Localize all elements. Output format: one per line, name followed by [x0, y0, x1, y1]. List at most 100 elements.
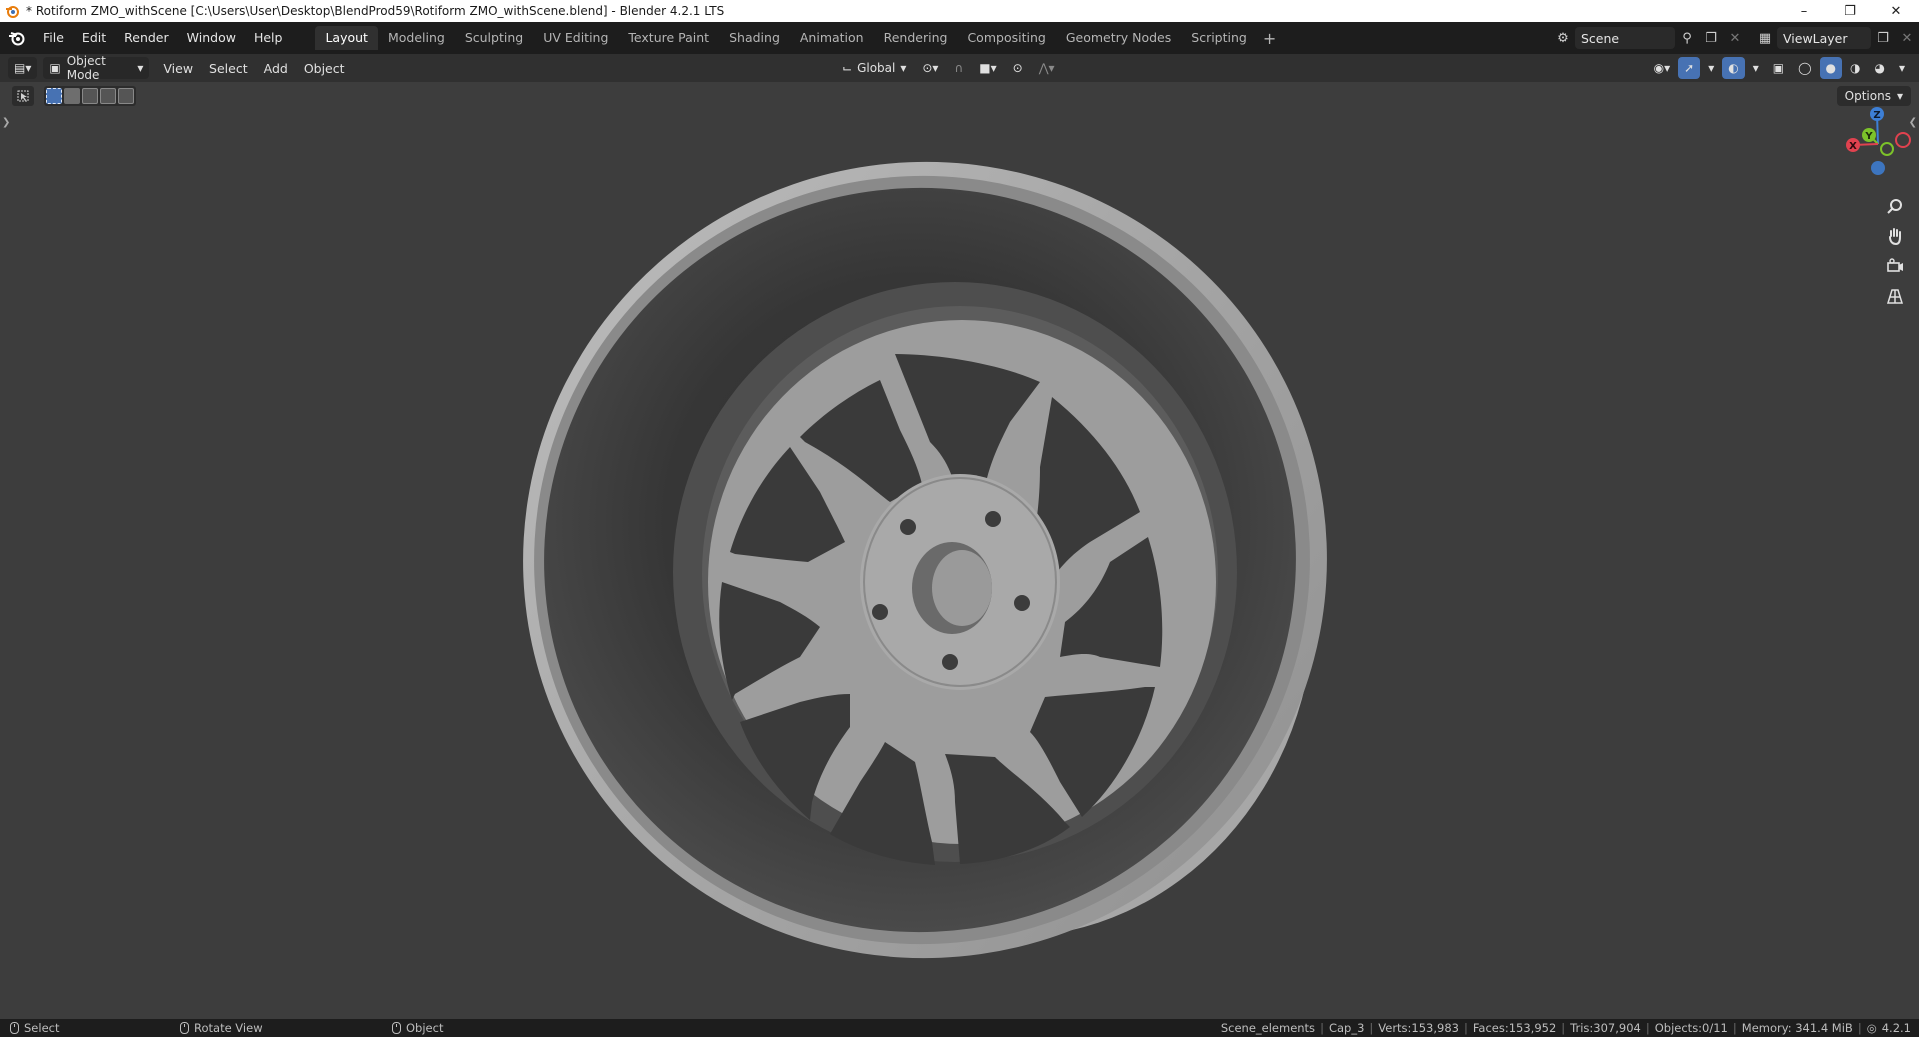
add-workspace-icon[interactable]: + — [1257, 29, 1282, 48]
wheel-model[interactable] — [0, 82, 1919, 1019]
gizmo-neg-x-axis[interactable] — [1895, 132, 1911, 148]
tab-modeling[interactable]: Modeling — [378, 26, 455, 50]
editor-type-button[interactable]: ▤▾ — [8, 57, 38, 79]
mode-dropdown[interactable]: ▣ Object Mode ▾ — [43, 54, 150, 82]
pivot-point-button[interactable]: ⊙▾ — [916, 57, 944, 79]
status-hint-label: Select — [24, 1021, 60, 1035]
menu-window[interactable]: Window — [178, 26, 245, 50]
perspective-grid-icon[interactable] — [1883, 284, 1907, 308]
orientation-label: Global — [857, 61, 896, 75]
snap-target-button[interactable]: ■▾ — [973, 57, 1002, 79]
shading-dropdown[interactable]: ▾ — [1893, 57, 1911, 79]
menu-render[interactable]: Render — [115, 26, 178, 50]
status-hint-rotate: Rotate View — [180, 1021, 392, 1035]
gizmo-neg-z-axis[interactable] — [1871, 161, 1885, 175]
tab-layout[interactable]: Layout — [315, 26, 378, 50]
mouse-middle-icon — [180, 1022, 189, 1034]
view-menu[interactable]: View — [155, 61, 201, 76]
gizmo-neg-y-axis[interactable] — [1880, 142, 1894, 156]
orientation-icon: ⌙ — [842, 61, 853, 75]
shading-solid[interactable]: ● — [1819, 57, 1842, 79]
scene-type-icon[interactable]: ⚙ — [1551, 27, 1575, 49]
tab-texture-paint[interactable]: Texture Paint — [618, 26, 719, 50]
select-menu[interactable]: Select — [201, 61, 256, 76]
solid-icon: ● — [1825, 61, 1836, 75]
minimize-icon[interactable]: – — [1781, 0, 1827, 22]
tab-scripting[interactable]: Scripting — [1181, 26, 1257, 50]
orientation-dropdown[interactable]: ⌙ Global ▾ — [836, 57, 912, 79]
restore-icon[interactable]: ❐ — [1827, 0, 1873, 22]
tab-rendering[interactable]: Rendering — [874, 26, 958, 50]
falloff-button[interactable]: ⋀▾ — [1033, 57, 1061, 79]
menu-file[interactable]: File — [34, 26, 73, 50]
overlays-icon: ◐ — [1728, 61, 1739, 75]
pin-icon[interactable]: ⚲ — [1675, 27, 1699, 49]
mouse-left-icon — [10, 1022, 19, 1034]
stat-objects: Objects:0/11 — [1654, 1021, 1728, 1035]
scene-name-field[interactable]: Scene — [1575, 27, 1675, 49]
overlays-toggle[interactable]: ◐ — [1722, 57, 1745, 79]
navigation-gizmo[interactable]: Z Y X — [1829, 102, 1919, 182]
add-menu[interactable]: Add — [256, 61, 296, 76]
pivot-icon: ⊙▾ — [922, 61, 939, 75]
new-view-layer-icon[interactable]: ❐ — [1871, 27, 1895, 49]
object-mode-icon: ▣ — [49, 61, 61, 75]
blender-version: 4.2.1 — [1881, 1021, 1911, 1035]
tab-uv-editing[interactable]: UV Editing — [533, 26, 618, 50]
delete-scene-icon[interactable]: ✕ — [1723, 27, 1747, 49]
viewport-header: ▤▾ ▣ Object Mode ▾ View Select Add Objec… — [0, 54, 1919, 82]
3d-viewport[interactable]: ❯ ❮ Options ▾ Z Y X — [0, 82, 1919, 1019]
viewport-display-controls: ◉▾ ➚ ▾ ◐ ▾ ▣ ◯ ● ◑ ◕ ▾ — [1648, 57, 1911, 79]
new-scene-icon[interactable]: ❐ — [1699, 27, 1723, 49]
mode-label: Object Mode — [66, 54, 106, 82]
main-menu: File Edit Render Window Help — [34, 26, 291, 50]
blender-logo-icon[interactable] — [0, 22, 34, 54]
xray-icon: ▣ — [1772, 61, 1785, 75]
scene-name: Scene — [1581, 30, 1620, 46]
stat-collection: Scene_elements — [1220, 1021, 1316, 1035]
workspace-tabs: Layout Modeling Sculpting UV Editing Tex… — [315, 26, 1282, 50]
shading-wireframe[interactable]: ◯ — [1792, 57, 1817, 79]
material-preview-icon: ◑ — [1850, 61, 1861, 75]
top-bar: File Edit Render Window Help Layout Mode… — [0, 22, 1919, 54]
status-bar: Select Rotate View Object Scene_elements… — [0, 1019, 1919, 1037]
view-layer-icon[interactable]: ▦ — [1753, 27, 1777, 49]
wireframe-icon: ◯ — [1798, 61, 1812, 75]
menu-help[interactable]: Help — [245, 26, 292, 50]
xray-toggle[interactable]: ▣ — [1767, 57, 1790, 79]
view-layer-field[interactable]: ViewLayer — [1777, 27, 1871, 49]
tab-shading[interactable]: Shading — [719, 26, 790, 50]
blender-app-icon — [4, 3, 20, 19]
object-menu[interactable]: Object — [296, 61, 353, 76]
menu-edit[interactable]: Edit — [73, 26, 115, 50]
tab-geometry-nodes[interactable]: Geometry Nodes — [1056, 26, 1181, 50]
proportional-edit-toggle[interactable]: ⊙ — [1007, 57, 1029, 79]
camera-view-icon[interactable] — [1883, 254, 1907, 278]
shading-rendered[interactable]: ◕ — [1868, 57, 1890, 79]
proportional-icon: ⊙ — [1012, 61, 1023, 75]
overlays-dropdown[interactable]: ▾ — [1747, 57, 1765, 79]
close-icon[interactable]: ✕ — [1873, 0, 1919, 22]
delete-view-layer-icon[interactable]: ✕ — [1895, 27, 1919, 49]
tab-sculpting[interactable]: Sculpting — [455, 26, 533, 50]
window-title: * Rotiform ZMO_withScene [C:\Users\User\… — [26, 4, 725, 18]
eye-icon: ◉▾ — [1653, 61, 1671, 75]
shading-material[interactable]: ◑ — [1844, 57, 1866, 79]
zoom-icon[interactable] — [1883, 194, 1907, 218]
stat-active-object: Cap_3 — [1328, 1021, 1365, 1035]
chevron-down-icon: ▾ — [1752, 61, 1759, 75]
gizmo-toggle[interactable]: ➚ — [1678, 57, 1701, 79]
gizmo-z-label: Z — [1873, 110, 1880, 121]
transform-controls: ⌙ Global ▾ ⊙▾ ∩ ■▾ ⊙ ⋀▾ — [836, 57, 1061, 79]
status-hint-label: Rotate View — [194, 1021, 263, 1035]
tab-compositing[interactable]: Compositing — [957, 26, 1055, 50]
editor-type-icon: ▤▾ — [14, 61, 32, 75]
tab-animation[interactable]: Animation — [790, 26, 874, 50]
visibility-button[interactable]: ◉▾ — [1648, 57, 1677, 79]
view-layer-name: ViewLayer — [1783, 30, 1848, 46]
snap-toggle[interactable]: ∩ — [948, 57, 969, 79]
scene-selector-group: ⚙ Scene ⚲ ❐ ✕ ▦ ViewLayer ❐ ✕ — [1551, 26, 1919, 50]
gizmo-dropdown[interactable]: ▾ — [1702, 57, 1720, 79]
pan-hand-icon[interactable] — [1883, 224, 1907, 248]
gizmo-y-label: Y — [1864, 131, 1873, 142]
